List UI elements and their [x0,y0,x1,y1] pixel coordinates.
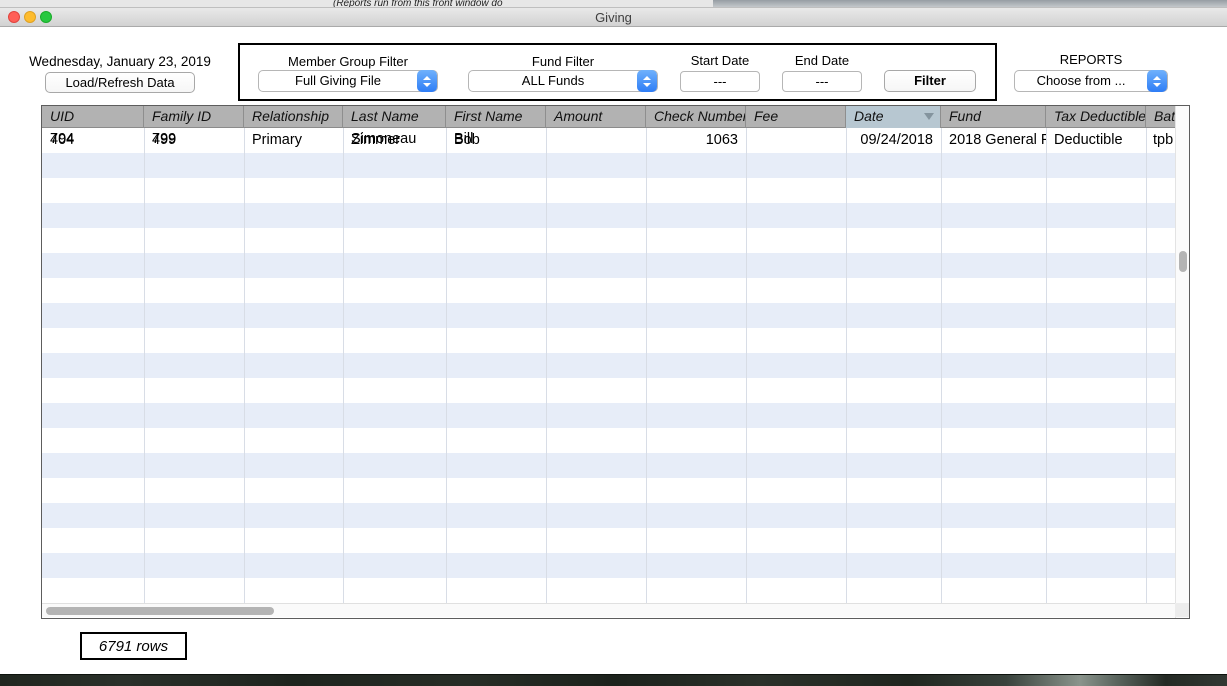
close-button[interactable] [8,11,20,23]
cell-check-number: 1063 [646,128,746,153]
column-header-uid[interactable]: UID [42,106,144,128]
cell-date: 09/24/2018 [846,128,941,153]
stepper-icon [1147,70,1167,92]
cell-family-id: 499 799 [144,128,244,153]
column-header-relationship[interactable]: Relationship [244,106,343,128]
column-header-check-number[interactable]: Check Number [646,106,746,128]
column-header-family-id[interactable]: Family ID [144,106,244,128]
cell-amount [546,128,646,153]
table-header-row: UID Family ID Relationship Last Name Fir… [42,106,1176,128]
grid-area: UID Family ID Relationship Last Name Fir… [42,106,1176,618]
vertical-scrollbar[interactable] [1175,106,1189,618]
scrollbar-corner [1175,603,1189,617]
cell-uid: 404 794 [42,128,144,153]
sort-descending-icon [924,113,934,120]
titlebar: Giving [0,8,1227,27]
horizontal-scrollbar-thumb[interactable] [46,607,274,615]
start-date-field[interactable]: --- [680,71,760,92]
cell-uid-layer: 794 [50,131,74,147]
background-window-titlebar [713,0,1227,8]
cell-batch: tpb [1146,128,1176,153]
column-header-first-name[interactable]: First Name [446,106,546,128]
background-window-text: (Reports run from this front window do [333,0,503,8]
current-date-label: Wednesday, January 23, 2019 [12,54,228,69]
member-group-filter-label: Member Group Filter [258,54,438,69]
cell-fund: 2018 General Fund [941,128,1046,153]
giving-table: UID Family ID Relationship Last Name Fir… [41,105,1190,619]
end-date-field[interactable]: --- [782,71,862,92]
member-group-filter-value: Full Giving File [259,71,417,91]
filter-button[interactable]: Filter [884,70,976,92]
table-body: 404 794 499 799 Primary Zimmer Simoneau … [42,128,1176,603]
row-count-badge: 6791 rows [80,632,187,660]
end-date-label: End Date [782,53,862,68]
vertical-scrollbar-thumb[interactable] [1179,251,1187,272]
zoom-button[interactable] [40,11,52,23]
column-header-fund[interactable]: Fund [941,106,1046,128]
column-header-amount[interactable]: Amount [546,106,646,128]
column-header-tax-deductible[interactable]: Tax Deductible [1046,106,1146,128]
fund-filter-label: Fund Filter [468,54,658,69]
background-window-edge: (Reports run from this front window do [0,0,1227,8]
fund-filter-value: ALL Funds [469,71,637,91]
cell-last-name-layer: Simoneau [351,131,416,147]
start-date-label: Start Date [680,53,760,68]
cell-first-name: Bob Bill [446,128,546,153]
desktop-wallpaper-strip [0,674,1227,686]
cell-relationship: Primary [244,128,343,153]
column-header-date-label: Date [854,108,884,124]
cell-tax-deductible: Deductible [1046,128,1146,153]
window-title: Giving [0,8,1227,27]
column-header-last-name[interactable]: Last Name [343,106,446,128]
stepper-icon [417,70,437,92]
giving-window: Giving Wednesday, January 23, 2019 Load/… [0,8,1227,674]
load-refresh-button[interactable]: Load/Refresh Data [45,72,195,93]
fund-filter-select[interactable]: ALL Funds [468,70,658,92]
column-header-date[interactable]: Date [846,106,941,128]
cell-first-name-layer: Bill [454,131,473,147]
stepper-icon [637,70,657,92]
member-group-filter-select[interactable]: Full Giving File [258,70,438,92]
reports-value: Choose from ... [1015,71,1147,91]
column-header-batch[interactable]: Batch [1146,106,1176,128]
reports-label: REPORTS [1014,52,1168,67]
horizontal-scrollbar[interactable] [42,603,1176,617]
cell-family-id-layer: 799 [152,131,176,147]
cell-fee [746,128,846,153]
cell-last-name: Zimmer Simoneau [343,128,446,153]
table-row[interactable]: 404 794 499 799 Primary Zimmer Simoneau … [42,128,1176,153]
reports-select[interactable]: Choose from ... [1014,70,1168,92]
column-header-fee[interactable]: Fee [746,106,846,128]
minimize-button[interactable] [24,11,36,23]
